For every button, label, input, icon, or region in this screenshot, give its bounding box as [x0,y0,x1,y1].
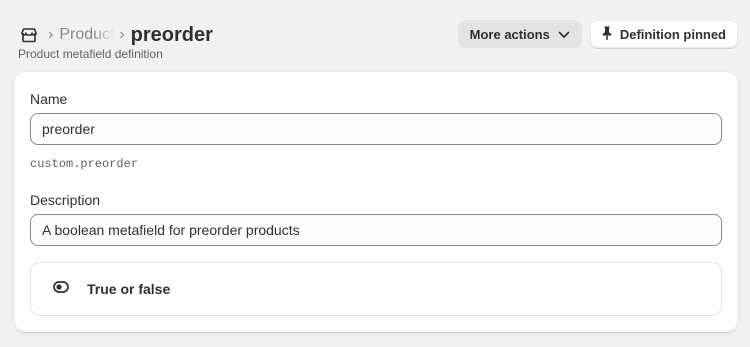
definition-card: Name preorder custom.preorder Descriptio… [14,72,738,332]
store-icon[interactable] [18,24,40,46]
page-header: › Product › preorder Product metafield d… [18,18,738,68]
description-label: Description [30,192,101,208]
definition-pinned-button[interactable]: Definition pinned [589,20,738,48]
namespace-key: custom.preorder [30,157,139,171]
definition-pinned-label: Definition pinned [619,26,726,42]
pin-icon [600,25,614,44]
name-label: Name [30,91,68,107]
chevron-down-icon [558,27,570,42]
description-field[interactable]: A boolean metafield for preorder product… [30,214,722,246]
type-selector[interactable]: True or false [30,262,722,316]
toggle-icon [53,280,69,298]
breadcrumb-separator: › [48,26,54,43]
page-title: preorder [130,23,213,46]
more-actions-button[interactable]: More actions [457,20,582,48]
breadcrumb-separator: › [119,26,125,43]
header-actions: More actions Definition pinned [457,20,738,48]
page-subtitle: Product metafield definition [18,47,163,61]
type-label: True or false [87,281,171,297]
more-actions-label: More actions [469,26,550,42]
breadcrumb-product-link[interactable]: Product [59,26,115,44]
breadcrumb: › Product › preorder [18,22,213,48]
name-field[interactable]: preorder [30,113,722,145]
